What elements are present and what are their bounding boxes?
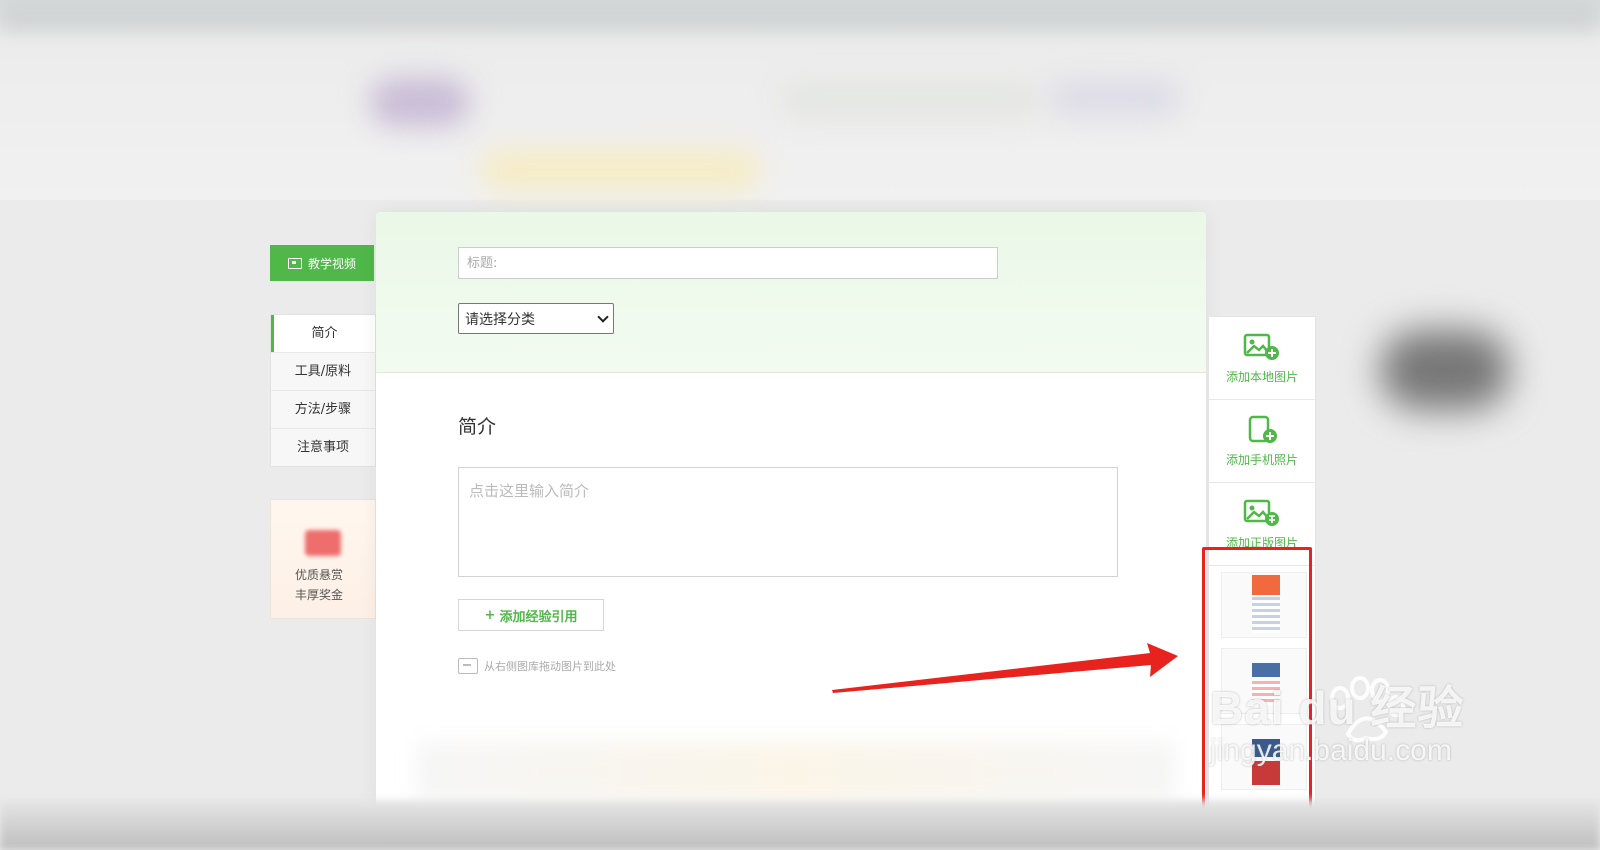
add-image-icon <box>1243 333 1279 360</box>
chevron-down-icon <box>597 310 609 323</box>
blurred-lower-content <box>416 742 1176 802</box>
blurred-user-area <box>1050 80 1180 116</box>
add-phone-photo-label: 添加手机照片 <box>1225 452 1298 467</box>
watermark-url: jingyan.baidu.com <box>1210 734 1452 767</box>
baidu-watermark: Bai du 经验 jingyan.baidu.com <box>1210 672 1464 768</box>
watermark-brand: Bai du 经验 <box>1210 682 1465 734</box>
nav-item-tools[interactable]: 工具/原料 <box>271 352 375 390</box>
licensed-image-icon <box>1243 499 1279 526</box>
category-selected-value: 请选择分类 <box>465 311 535 328</box>
add-local-image-button[interactable]: 添加本地图片 <box>1209 317 1315 400</box>
gift-icon <box>305 530 341 556</box>
bounty-promo-card[interactable]: 优质悬赏 丰厚奖金 <box>270 499 376 619</box>
intro-textarea[interactable]: 点击这里输入简介 <box>458 467 1118 577</box>
blurred-logo <box>370 78 470 126</box>
editor-header <box>376 212 1206 373</box>
section-nav: 简介 工具/原料 方法/步骤 注意事项 <box>270 314 376 467</box>
video-icon <box>287 257 302 269</box>
blurred-footer <box>0 800 1600 850</box>
editor-card: 请选择分类 简介 点击这里输入简介 + 添加经验引用 从右侧图库拖动图片到此处 <box>376 212 1206 832</box>
nav-item-intro[interactable]: 简介 <box>271 315 375 352</box>
tutorial-video-button[interactable]: 教学视频 <box>270 245 374 281</box>
nav-item-steps[interactable]: 方法/步骤 <box>271 390 375 428</box>
image-icon <box>458 658 478 674</box>
intro-placeholder: 点击这里输入简介 <box>469 482 590 500</box>
nav-item-notes[interactable]: 注意事项 <box>271 428 375 466</box>
add-local-image-label: 添加本地图片 <box>1225 369 1298 384</box>
promo-line-1: 优质悬赏 <box>295 568 344 582</box>
blurred-browser-bar <box>0 0 1600 30</box>
category-select[interactable]: 请选择分类 <box>458 303 614 334</box>
add-phone-photo-button[interactable]: 添加手机照片 <box>1209 400 1315 483</box>
intro-section-title: 简介 <box>458 416 497 438</box>
add-reference-button[interactable]: + 添加经验引用 <box>458 599 604 631</box>
blurred-nav <box>780 82 1040 118</box>
blurred-floating-button <box>1380 330 1510 410</box>
phone-icon <box>1248 415 1277 443</box>
drag-hint-text: 从右侧图库拖动图片到此处 <box>484 660 616 673</box>
promo-line-2: 丰厚奖金 <box>295 588 344 602</box>
add-reference-label: 添加经验引用 <box>499 609 578 625</box>
tutorial-video-label: 教学视频 <box>307 256 356 271</box>
blurred-banner <box>480 150 760 190</box>
title-input[interactable] <box>458 247 998 279</box>
plus-icon: + <box>484 607 496 623</box>
image-drop-hint: 从右侧图库拖动图片到此处 <box>458 658 616 674</box>
